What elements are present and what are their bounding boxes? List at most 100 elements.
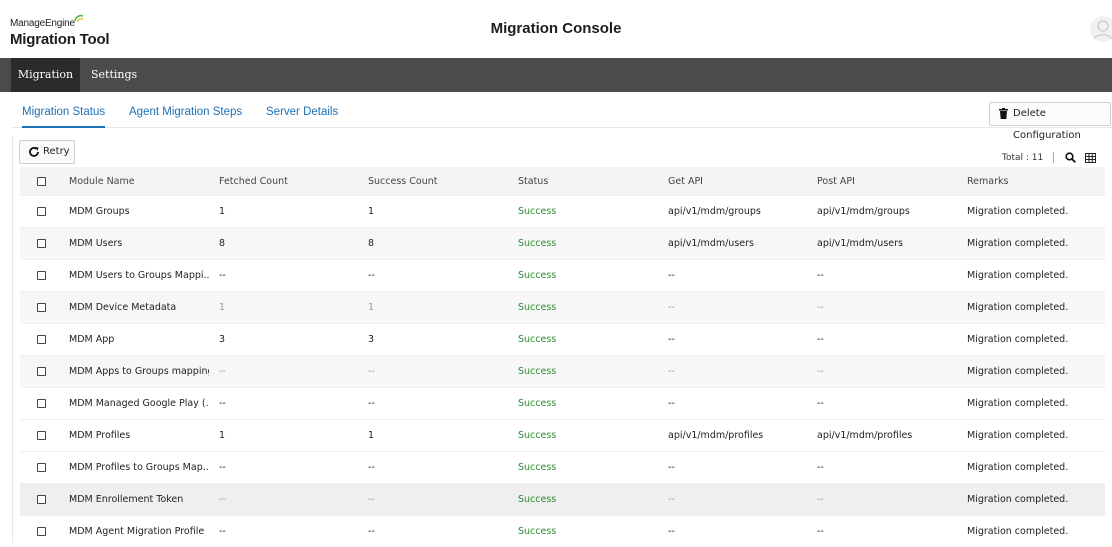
status-cell: Success (518, 302, 557, 313)
table-row[interactable]: MDM Groups 1 1 Success api/v1/mdm/groups api/… (20, 195, 1105, 227)
remarks-cell: Migration completed. (967, 334, 1069, 345)
row-checkbox[interactable] (37, 495, 46, 504)
table-row[interactable]: MDM Apps to Groups mapping -- -- Success -- -… (20, 355, 1105, 387)
row-select-cell (37, 260, 51, 291)
row-checkbox[interactable] (37, 431, 46, 440)
get-api-cell: -- (668, 462, 675, 473)
row-checkbox[interactable] (37, 367, 46, 376)
trash-icon (999, 108, 1008, 119)
success-count-cell: -- (368, 398, 375, 409)
tab-migration-status[interactable]: Migration Status (22, 106, 106, 128)
success-count-cell: 3 (368, 334, 375, 345)
header-fetched-count[interactable]: Fetched Count (219, 167, 359, 195)
table-row[interactable]: MDM Device Metadata 1 1 Success -- -- Migratio… (20, 291, 1105, 323)
success-count-cell: 1 (368, 206, 375, 217)
post-api-cell: -- (817, 270, 824, 281)
fetched-count-cell: -- (219, 494, 226, 505)
header-status[interactable]: Status (518, 167, 658, 195)
header-module-name[interactable]: Module Name (69, 167, 209, 195)
main-nav: Migration Settings (0, 58, 1112, 92)
get-api-cell: -- (668, 366, 675, 377)
remarks-cell: Migration completed. (967, 398, 1069, 409)
remarks-cell: Migration completed. (967, 238, 1069, 249)
table-row[interactable]: MDM Profiles to Groups Map... -- -- Success… (20, 451, 1105, 483)
status-cell: Success (518, 206, 557, 217)
refresh-icon (29, 147, 39, 157)
table-header: Module Name Fetched Count Success Count … (20, 167, 1105, 195)
status-cell: Success (518, 462, 557, 473)
fetched-count-cell: 3 (219, 334, 226, 345)
user-icon (1093, 20, 1112, 41)
table-row[interactable]: MDM Agent Migration Profile -- -- Success --… (20, 515, 1105, 547)
get-api-cell: api/v1/mdm/groups (668, 206, 761, 217)
user-avatar[interactable] (1090, 16, 1112, 42)
row-checkbox[interactable] (37, 335, 46, 344)
get-api-cell: -- (668, 302, 675, 313)
post-api-cell: -- (817, 302, 824, 313)
header-get-api[interactable]: Get API (668, 167, 808, 195)
fetched-count-cell: -- (219, 366, 226, 377)
module-name-cell: MDM Apps to Groups mapping (69, 366, 209, 377)
retry-button[interactable]: Retry (19, 140, 75, 164)
remarks-cell: Migration completed. (967, 462, 1069, 473)
row-select-cell (37, 196, 51, 227)
success-count-cell: -- (368, 270, 375, 281)
row-checkbox[interactable] (37, 527, 46, 536)
delete-configuration-button[interactable]: Delete Configuration (989, 102, 1111, 141)
status-cell: Success (518, 238, 557, 249)
tab-server-details[interactable]: Server Details (266, 106, 338, 128)
header-post-api[interactable]: Post API (817, 167, 957, 195)
status-cell: Success (518, 270, 557, 281)
success-count-cell: -- (368, 462, 375, 473)
fetched-count-cell: 1 (219, 302, 226, 313)
nav-settings[interactable]: Settings (91, 58, 137, 92)
row-checkbox[interactable] (37, 303, 46, 312)
header-remarks[interactable]: Remarks (967, 167, 1105, 195)
search-icon[interactable] (1065, 152, 1076, 163)
table-row[interactable]: MDM Users 8 8 Success api/v1/mdm/users api/v1… (20, 227, 1105, 259)
row-select-cell (37, 292, 51, 323)
row-select-cell (37, 228, 51, 259)
module-name-cell: MDM Groups (69, 206, 130, 217)
table-row[interactable]: MDM App 3 3 Success -- -- Migration completed. (20, 323, 1105, 355)
success-count-cell: -- (368, 494, 375, 505)
module-name-cell: MDM Profiles to Groups Map... (69, 462, 209, 473)
module-name-cell: MDM Agent Migration Profile (69, 526, 205, 537)
fetched-count-cell: -- (219, 270, 226, 281)
row-checkbox[interactable] (37, 399, 46, 408)
post-api-cell: api/v1/mdm/profiles (817, 430, 913, 441)
table-row[interactable]: MDM Enrollement Token -- -- Success -- -- Migr… (20, 483, 1105, 515)
select-all-cell (37, 167, 51, 195)
module-name-cell: MDM App (69, 334, 115, 345)
row-select-cell (37, 484, 51, 515)
post-api-cell: -- (817, 494, 824, 505)
success-count-cell: 1 (368, 430, 375, 441)
table-body: MDM Groups 1 1 Success api/v1/mdm/groups api/… (20, 195, 1105, 547)
table-row[interactable]: MDM Users to Groups Mappi... -- -- Success -… (20, 259, 1105, 291)
total-count: Total : 11 (1002, 153, 1044, 163)
remarks-cell: Migration completed. (967, 302, 1069, 313)
columns-icon[interactable] (1085, 153, 1096, 163)
status-cell: Success (518, 366, 557, 377)
nav-migration[interactable]: Migration (11, 58, 80, 92)
success-count-cell: -- (368, 526, 375, 537)
row-checkbox[interactable] (37, 463, 46, 472)
row-checkbox[interactable] (37, 207, 46, 216)
table-row[interactable]: MDM Profiles 1 1 Success api/v1/mdm/profiles… (20, 419, 1105, 451)
get-api-cell: -- (668, 334, 675, 345)
remarks-cell: Migration completed. (967, 366, 1069, 377)
page-title: Migration Console (490, 20, 622, 37)
table-row[interactable]: MDM Managed Google Play (... -- -- Success -… (20, 387, 1105, 419)
retry-label: Retry (43, 146, 70, 157)
row-select-cell (37, 388, 51, 419)
sub-tabs: Migration Status Agent Migration Steps S… (12, 98, 1112, 128)
row-checkbox[interactable] (37, 271, 46, 280)
get-api-cell: api/v1/mdm/profiles (668, 430, 764, 441)
tab-agent-migration-steps[interactable]: Agent Migration Steps (129, 106, 242, 128)
header-success-count[interactable]: Success Count (368, 167, 508, 195)
row-checkbox[interactable] (37, 239, 46, 248)
row-select-cell (37, 324, 51, 355)
module-name-cell: MDM Users to Groups Mappi... (69, 270, 209, 281)
success-count-cell: -- (368, 366, 375, 377)
select-all-checkbox[interactable] (37, 176, 46, 186)
